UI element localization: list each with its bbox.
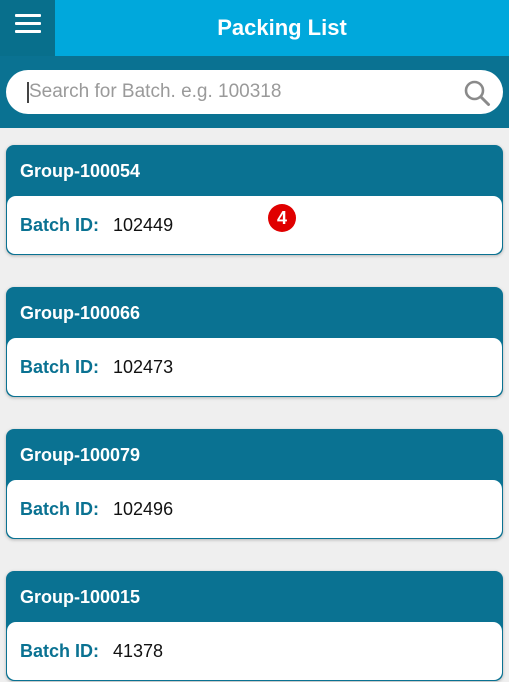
- header-bar: Packing List: [0, 0, 509, 56]
- batch-id-label: Batch ID:: [20, 356, 100, 377]
- batch-id-value: 102449: [113, 214, 174, 235]
- batch-id-value: 102473: [113, 356, 174, 377]
- hamburger-menu-icon-bar: [14, 30, 41, 33]
- group-title: Group-100054: [20, 160, 141, 181]
- group-card[interactable]: Group-100015 Batch ID: 41378: [6, 571, 503, 681]
- batch-id-value: 41378: [113, 640, 164, 661]
- page-title: Packing List: [217, 15, 347, 40]
- batch-row: Batch ID: 102473: [7, 338, 502, 396]
- group-card[interactable]: Group-100079 Batch ID: 102496: [6, 429, 503, 539]
- group-title: Group-100079: [20, 444, 141, 465]
- group-title: Group-100015: [20, 586, 141, 607]
- group-card[interactable]: Group-100066 Batch ID: 102473: [6, 287, 503, 397]
- group-card[interactable]: Group-100054 Batch ID: 102449: [6, 145, 503, 255]
- batch-id-label: Batch ID:: [20, 214, 100, 235]
- group-title: Group-100066: [20, 302, 141, 323]
- batch-row: Batch ID: 41378: [7, 622, 502, 680]
- batch-id-label: Batch ID:: [20, 498, 100, 519]
- batch-row: Batch ID: 102496: [7, 480, 502, 538]
- search-icon[interactable]: [463, 79, 491, 107]
- search-input[interactable]: [29, 70, 453, 114]
- search-bar-container: [0, 56, 509, 128]
- search-box[interactable]: [6, 70, 503, 114]
- batch-id-value: 102496: [113, 498, 174, 519]
- hamburger-menu-icon-bar: [14, 22, 41, 25]
- menu-button[interactable]: [0, 0, 55, 56]
- app-screen: Packing List Group-100054 Batch ID: 1024…: [0, 0, 509, 682]
- count-badge: 4: [268, 204, 296, 232]
- batch-row: Batch ID: 102449: [7, 196, 502, 254]
- batch-id-label: Batch ID:: [20, 640, 100, 661]
- hamburger-menu-icon: [14, 14, 41, 17]
